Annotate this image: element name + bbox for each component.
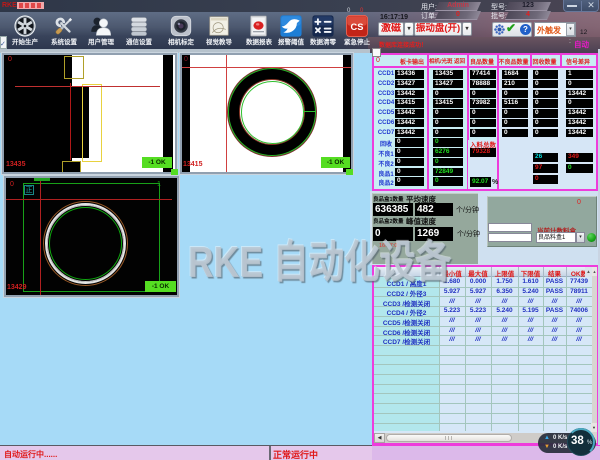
svg-text:CS: CS [351, 22, 364, 32]
